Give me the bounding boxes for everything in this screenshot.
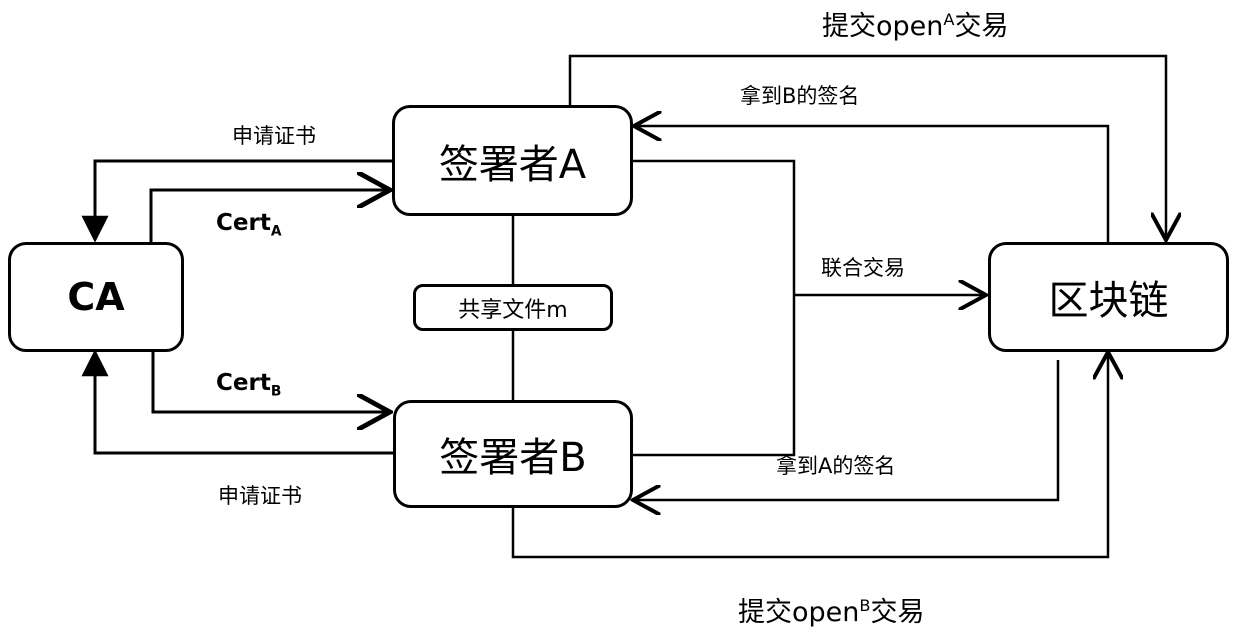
label-get-b-sig: 拿到B的签名: [740, 84, 860, 108]
signer-b-node: 签署者B: [393, 400, 633, 508]
submit-open-a-sup: A: [943, 10, 955, 29]
blockchain-node: 区块链: [988, 242, 1229, 352]
shared-file-node: 共享文件m: [413, 284, 613, 331]
label-submit-open-a: 提交openA交易: [822, 10, 1009, 42]
cert-a-base: Cert: [216, 210, 271, 236]
edge-apply-cert-b: [81, 349, 393, 455]
submit-open-a-post: 交易: [954, 11, 1009, 42]
ca-label: CA: [67, 275, 125, 319]
signer-b-label: 签署者B: [439, 435, 587, 481]
submit-open-b-post: 交易: [870, 597, 925, 628]
edge-submit-open-a: [568, 54, 1166, 240]
submit-open-b-sup: B: [859, 596, 871, 615]
label-joint-tx: 联合交易: [821, 256, 905, 280]
cert-a-sub: A: [270, 223, 282, 240]
label-apply-cert-a: 申请证书: [232, 124, 316, 148]
edge-joint-bracket: [631, 159, 796, 457]
submit-open-a-pre: 提交open: [822, 11, 944, 42]
blockchain-label: 区块链: [1048, 278, 1169, 324]
signer-a-node: 签署者A: [392, 105, 633, 216]
edge-get-a-sig: [633, 360, 1060, 500]
ca-node: CA: [8, 242, 184, 352]
edge-get-b-sig: [634, 126, 1110, 242]
signer-a-label: 签署者A: [438, 141, 587, 188]
shared-file-label: 共享文件m: [458, 297, 568, 323]
cert-b-base: Cert: [216, 370, 271, 396]
cert-b-sub: B: [270, 383, 282, 400]
label-apply-cert-b: 申请证书: [218, 484, 302, 508]
label-submit-open-b: 提交openB交易: [738, 596, 925, 628]
label-cert-a: CertA: [216, 212, 282, 239]
label-get-a-sig: 拿到A的签名: [776, 454, 896, 478]
label-cert-b: CertB: [216, 372, 281, 399]
submit-open-b-pre: 提交open: [738, 597, 860, 628]
